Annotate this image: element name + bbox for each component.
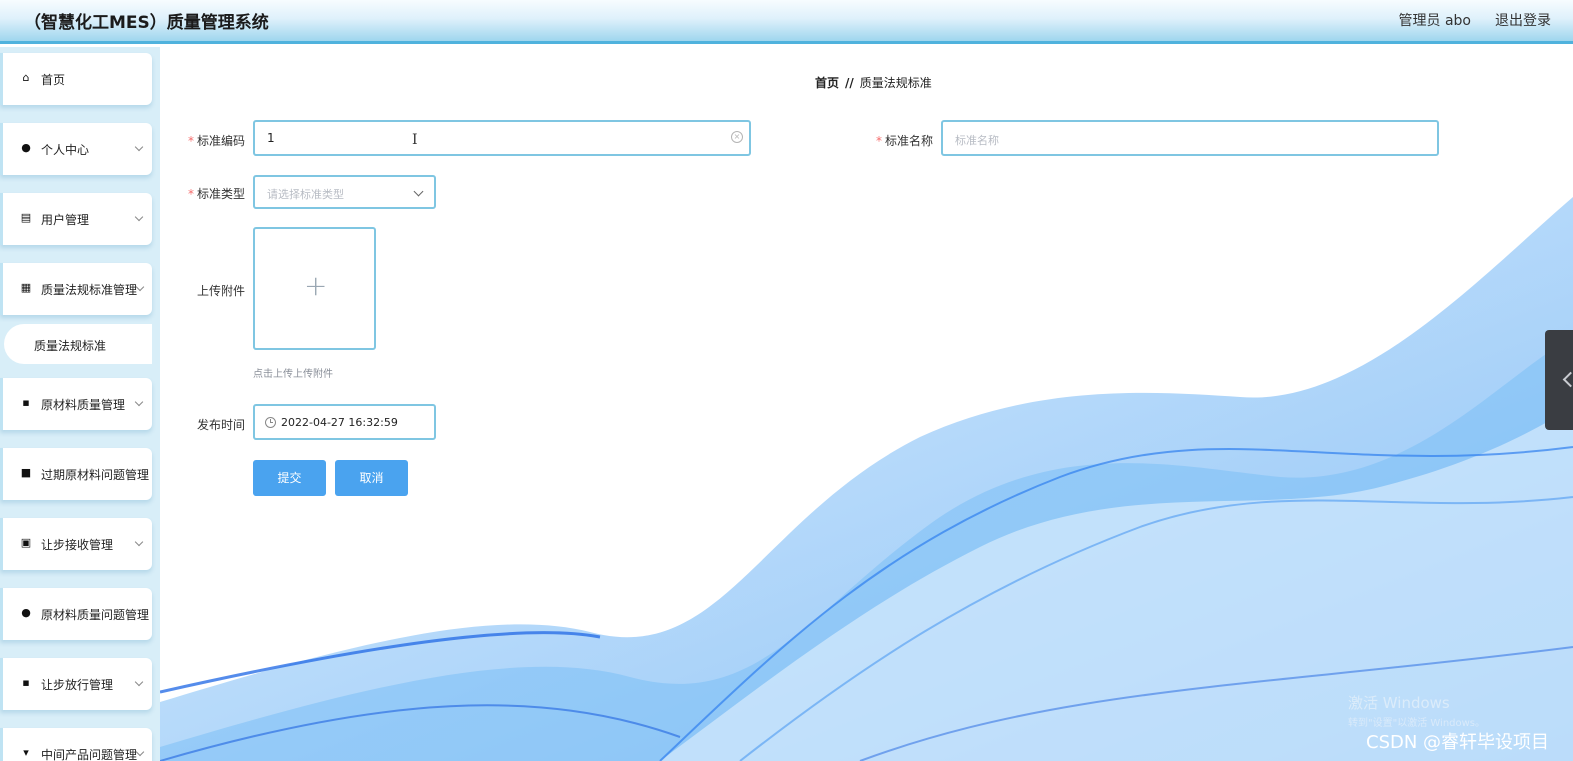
required-asterisk: * xyxy=(188,134,194,148)
standard-name-label: * 标准名称 xyxy=(876,132,933,149)
chevron-down-icon xyxy=(134,537,144,547)
standard-name-input[interactable]: 标准名称 xyxy=(941,120,1439,156)
publish-time-label: 发布时间 xyxy=(197,418,246,432)
sidebar-item-expired-materials[interactable]: ■ 过期原材料问题管理 xyxy=(0,448,152,500)
standard-type-select[interactable]: 请选择标准类型 xyxy=(253,175,436,209)
breadcrumb-separator: // xyxy=(845,76,854,90)
sidebar-item-label: 原材料质量管理 xyxy=(41,398,126,412)
clock-icon xyxy=(265,417,276,428)
attachment-upload-button[interactable]: + xyxy=(253,227,376,350)
side-panel-toggle[interactable] xyxy=(1545,330,1573,430)
chevron-down-icon xyxy=(135,282,145,292)
apps-icon: ▪ xyxy=(22,396,30,409)
standard-code-label: * 标准编码 xyxy=(188,132,245,149)
publish-time-value: 2022-04-27 16:32:59 xyxy=(281,416,398,429)
breadcrumb-home-link[interactable]: 首页 xyxy=(815,76,839,90)
standard-code-label-text: 标准编码 xyxy=(197,134,246,148)
sidebar-item-label: 用户管理 xyxy=(41,213,90,227)
breadcrumb: 首页 // 质量法规标准 xyxy=(815,74,932,91)
submit-button[interactable]: 提交 xyxy=(253,460,326,496)
standard-code-input[interactable]: 1 I × xyxy=(253,120,751,156)
sidebar-item-label: 中间产品问题管理 xyxy=(41,748,138,761)
app-title: （智慧化工MES）质量管理系统 xyxy=(24,13,269,33)
clear-icon[interactable]: × xyxy=(731,131,743,143)
sidebar-item-label: 让步放行管理 xyxy=(41,678,114,692)
attachment-label: 上传附件 xyxy=(197,284,246,298)
chevron-down-icon xyxy=(134,397,144,407)
breadcrumb-current: 质量法规标准 xyxy=(859,76,932,90)
sidebar-item-user-management[interactable]: ▤ 用户管理 xyxy=(0,193,152,245)
plus-icon: + xyxy=(304,269,328,302)
sidebar-item-quality-standards[interactable]: ▦ 质量法规标准管理 xyxy=(0,263,152,315)
sidebar-item-label: 首页 xyxy=(41,73,66,87)
chevron-down-icon xyxy=(413,186,424,197)
csdn-watermark: CSDN @睿轩毕设项目 xyxy=(1366,732,1550,753)
chevron-left-icon xyxy=(1562,371,1573,388)
main-content: 首页//质量法规标准 * 标准编码 1 I × * 标准名称 标准名称 * 标准类型 … xyxy=(160,47,1573,761)
sidebar-item-raw-material-quality[interactable]: ▪ 原材料质量管理 xyxy=(0,378,152,430)
sidebar-item-label: 过期原材料问题管理 xyxy=(41,468,150,482)
grid-icon: ▦ xyxy=(20,281,32,294)
current-user-label: 管理员 abo xyxy=(1398,13,1471,29)
sidebar-item-label: 个人中心 xyxy=(41,143,90,157)
sidebar-item-label: 让步接收管理 xyxy=(41,538,114,552)
sidebar-item-label: 原材料质量问题管理 xyxy=(41,608,150,622)
required-asterisk: * xyxy=(876,134,882,148)
logout-link[interactable]: 退出登录 xyxy=(1495,10,1551,30)
sidebar-menu: ⌂ 首页 ● 个人中心 ▤ 用户管理 ▦ 质量法规标准管理 质量法规标准 ▪ 原… xyxy=(0,47,160,761)
sidebar-item-intermediate-product-issues[interactable]: ▾ 中间产品问题管理 xyxy=(0,728,152,761)
sidebar-item-home[interactable]: ⌂ 首页 xyxy=(0,53,152,105)
home-icon: ⌂ xyxy=(22,71,30,84)
chevron-down-icon xyxy=(134,677,144,687)
required-asterisk: * xyxy=(188,187,194,201)
cup-icon: ▾ xyxy=(23,746,29,759)
briefcase-icon: ■ xyxy=(20,466,32,479)
sidebar-item-concession-receipt[interactable]: ▣ 让步接收管理 xyxy=(0,518,152,570)
sidebar-item-concession-release[interactable]: ▪ 让步放行管理 xyxy=(0,658,152,710)
pin-icon: ● xyxy=(21,606,31,619)
standard-name-label-text: 标准名称 xyxy=(885,134,934,148)
attachment-upload-hint: 点击上传上传附件 xyxy=(253,369,333,380)
sidebar-item-personal-center[interactable]: ● 个人中心 xyxy=(0,123,152,175)
standard-type-placeholder: 请选择标准类型 xyxy=(267,188,344,201)
sidebar-subitem-label: 质量法规标准 xyxy=(34,339,107,353)
publish-time-picker[interactable]: 2022-04-27 16:32:59 xyxy=(253,404,436,440)
text-cursor-icon: I xyxy=(412,132,418,148)
sidebar-item-material-quality-issues[interactable]: ● 原材料质量问题管理 xyxy=(0,588,152,640)
windows-activation-hint: 转到"设置"以激活 Windows。 xyxy=(1348,718,1486,729)
windows-activation-watermark: 激活 Windows xyxy=(1348,694,1450,712)
standard-type-label: * 标准类型 xyxy=(188,185,245,202)
user-icon: ● xyxy=(21,141,31,154)
chevron-down-icon xyxy=(134,142,144,152)
standard-name-placeholder: 标准名称 xyxy=(955,134,999,147)
sidebar-subitem-quality-standard[interactable]: 质量法规标准 xyxy=(4,324,152,364)
clipboard-check-icon: ▣ xyxy=(20,536,32,549)
cancel-button[interactable]: 取消 xyxy=(335,460,408,496)
standard-type-label-text: 标准类型 xyxy=(197,187,246,201)
sidebar-item-label: 质量法规标准管理 xyxy=(41,283,138,297)
standard-code-value: 1 xyxy=(267,131,275,145)
top-header-bar: （智慧化工MES）质量管理系统 管理员 abo 退出登录 xyxy=(0,0,1573,44)
apps-icon: ▪ xyxy=(22,676,30,689)
chevron-down-icon xyxy=(135,747,145,757)
clipboard-icon: ▤ xyxy=(20,211,32,224)
chevron-down-icon xyxy=(134,212,144,222)
